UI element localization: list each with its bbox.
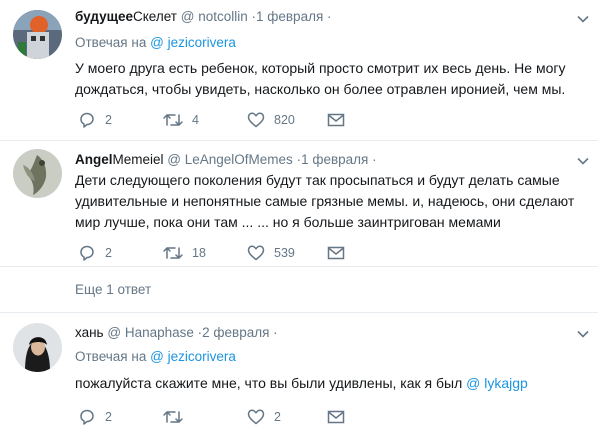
avatar[interactable] <box>13 323 62 372</box>
user-name-extra[interactable]: Скелет <box>133 9 177 24</box>
tweet-1[interactable]: будущееСкелет @ notcollin ·1 февраля · О… <box>0 0 598 140</box>
tweet-text-main: пожалуйста скажите мне, что вы были удив… <box>75 375 463 391</box>
show-more-replies-link[interactable]: Еще 1 ответ <box>75 282 151 297</box>
envelope-icon <box>327 113 345 127</box>
dm-button[interactable] <box>327 407 354 427</box>
reply-count: 2 <box>105 246 112 260</box>
replying-to: Отвечая на @ jezicorivera <box>75 349 236 364</box>
dm-button[interactable] <box>327 243 354 263</box>
heart-icon <box>247 409 265 425</box>
like-button[interactable]: 2 <box>247 407 281 427</box>
tweet-date[interactable]: ·1 февраля · <box>252 9 332 24</box>
tweet-header: AngelMemeiel @ LeAngelOfMemes ·1 февраля… <box>75 152 377 167</box>
retweet-icon <box>163 247 183 259</box>
like-count: 2 <box>274 410 281 424</box>
reply-icon <box>80 409 94 425</box>
avatar[interactable] <box>13 10 62 59</box>
replying-to: Отвечая на @ jezicorivera <box>75 35 236 50</box>
tweet-actions: 2 18 539 <box>75 243 595 263</box>
chevron-down-icon[interactable] <box>576 154 590 168</box>
chevron-down-icon[interactable] <box>576 327 590 341</box>
replying-to-label: Отвечая на <box>75 35 147 50</box>
like-count: 820 <box>274 113 295 127</box>
heart-icon <box>247 112 265 128</box>
tweet-date[interactable]: ·1 февраля · <box>297 152 377 167</box>
reply-count: 2 <box>105 410 112 424</box>
retweet-icon <box>163 114 183 126</box>
like-button[interactable]: 539 <box>247 243 295 263</box>
dm-button[interactable] <box>327 110 354 130</box>
retweet-count: 18 <box>192 246 206 260</box>
reply-icon <box>80 245 94 261</box>
like-count: 539 <box>274 246 295 260</box>
mention-link[interactable]: @ lykajgp <box>466 375 528 391</box>
tweet-text: У моего друга есть ребенок, который прос… <box>75 60 566 97</box>
tweet-2[interactable]: AngelMemeiel @ LeAngelOfMemes ·1 февраля… <box>0 141 598 264</box>
user-handle[interactable]: @ notcollin <box>181 9 248 24</box>
reply-button[interactable]: 2 <box>78 407 112 427</box>
tweet-date[interactable]: ·2 февраля · <box>198 325 278 340</box>
avatar[interactable] <box>13 149 62 198</box>
envelope-icon <box>327 410 345 424</box>
retweet-count: 4 <box>192 113 199 127</box>
tweet-text: Дети следующего поколения будут так прос… <box>75 172 575 230</box>
replying-to-label: Отвечая на <box>75 349 147 364</box>
reply-icon <box>80 112 94 128</box>
tweet-header: будущееСкелет @ notcollin ·1 февраля · <box>75 9 332 24</box>
envelope-icon <box>327 246 345 260</box>
user-handle[interactable]: @ Hanaphase <box>107 325 194 340</box>
heart-icon <box>247 245 265 261</box>
divider <box>0 266 598 267</box>
user-name-extra[interactable]: Memeiel <box>113 152 164 167</box>
user-name[interactable]: хань <box>75 325 104 340</box>
tweet-actions: 2 4 820 <box>75 110 595 130</box>
reply-button[interactable]: 2 <box>78 110 112 130</box>
user-handle[interactable]: @ LeAngelOfMemes <box>167 152 293 167</box>
like-button[interactable]: 820 <box>247 110 295 130</box>
retweet-button[interactable] <box>163 407 192 427</box>
tweet-actions: 2 2 <box>75 407 595 427</box>
user-name[interactable]: будущее <box>75 9 133 24</box>
tweet-text: пожалуйста скажите мне, что вы были удив… <box>75 373 590 394</box>
retweet-icon <box>163 411 183 423</box>
replying-to-handle[interactable]: @ jezicorivera <box>150 349 236 364</box>
user-name[interactable]: Angel <box>75 152 113 167</box>
tweet-3[interactable]: хань @ Hanaphase ·2 февраля · Отвечая на… <box>0 313 598 448</box>
reply-count: 2 <box>105 113 112 127</box>
retweet-button[interactable]: 18 <box>163 243 206 263</box>
reply-button[interactable]: 2 <box>78 243 112 263</box>
chevron-down-icon[interactable] <box>576 12 590 26</box>
tweet-header: хань @ Hanaphase ·2 февраля · <box>75 325 278 340</box>
retweet-button[interactable]: 4 <box>163 110 199 130</box>
replying-to-handle[interactable]: @ jezicorivera <box>150 35 236 50</box>
